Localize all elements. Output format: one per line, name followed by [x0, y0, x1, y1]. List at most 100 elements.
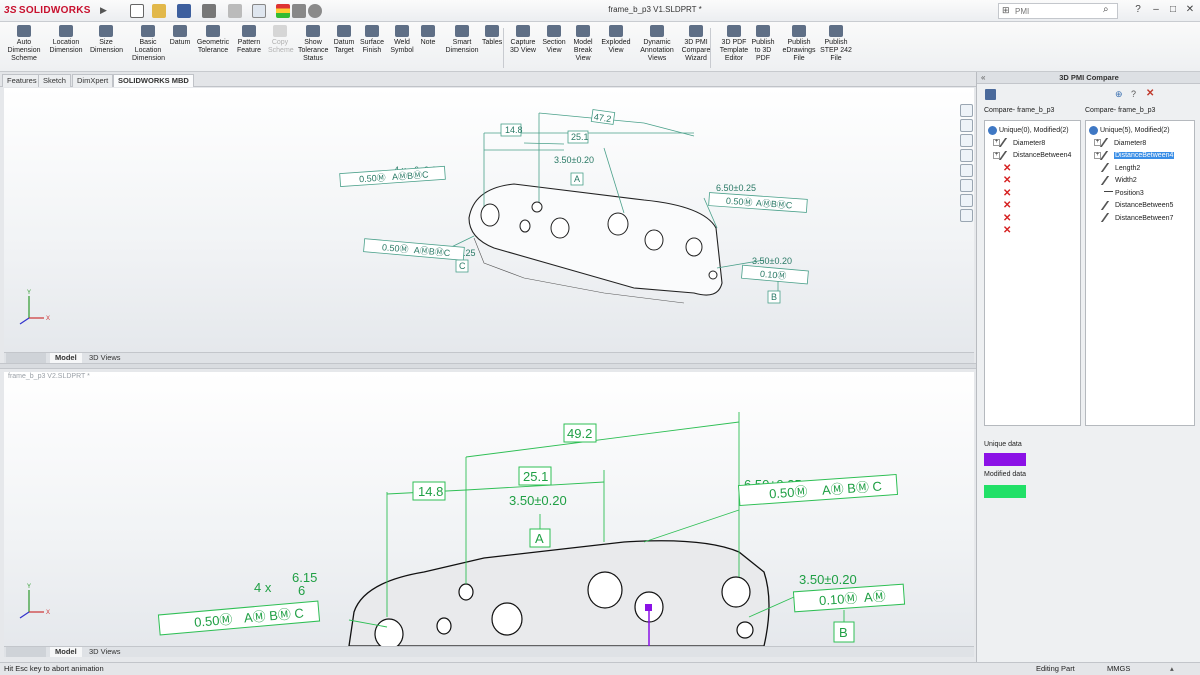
command-capture-3d-view-button[interactable]: Capture 3D View: [509, 25, 537, 71]
tab-3d-views-top[interactable]: 3D Views: [84, 353, 126, 363]
menu-expand-arrow-icon[interactable]: ▶: [100, 5, 107, 16]
home-icon[interactable]: [960, 104, 973, 117]
command-location-dimension-button[interactable]: Location Dimension: [47, 25, 85, 71]
tab-3d-views-bottom[interactable]: 3D Views: [84, 647, 126, 657]
search-scope-icon[interactable]: ⊞: [1002, 5, 1010, 16]
forum-icon[interactable]: [960, 194, 973, 207]
print-icon[interactable]: [202, 4, 216, 18]
close-pane-icon[interactable]: ✕: [1146, 88, 1154, 99]
datum-b-top[interactable]: B: [771, 292, 777, 302]
tree-item[interactable]: Position3: [1104, 188, 1144, 199]
command-pattern-feature-button[interactable]: Pattern Feature: [234, 25, 264, 71]
rebuild-icon[interactable]: [276, 4, 290, 18]
right-hole-bottom[interactable]: 3.50±0.20: [799, 572, 857, 587]
file-explorer-icon[interactable]: [960, 149, 973, 162]
minimize-button[interactable]: –: [1150, 4, 1162, 16]
options-gear-icon[interactable]: [308, 4, 322, 18]
rerun-icon[interactable]: ⊕: [1115, 89, 1123, 100]
command-surface-finish-button[interactable]: Surface Finish: [358, 25, 386, 71]
right-fcf-top[interactable]: 0.50Ⓜ: [726, 196, 753, 208]
command-publish-3d-pdf-button[interactable]: Publish to 3D PDF: [749, 25, 777, 71]
dim-49-2-bottom[interactable]: 49.2: [567, 426, 592, 441]
new-document-icon[interactable]: [130, 4, 144, 18]
search-input[interactable]: [1015, 4, 1101, 18]
left-compare-tree[interactable]: Unique(0), Modified(2) + Diameter8 + Distanc…: [984, 120, 1081, 426]
help-icon[interactable]: ?: [1131, 89, 1136, 99]
tree-root[interactable]: Unique(0), Modified(2): [988, 125, 1069, 136]
datum-b-bottom[interactable]: B: [839, 625, 848, 640]
tree-item[interactable]: DistanceBetween7: [1100, 213, 1173, 224]
command-section-view-button[interactable]: Section View: [540, 25, 568, 71]
datum-c-top[interactable]: C: [459, 261, 466, 271]
dim-25-1-bottom[interactable]: 25.1: [523, 469, 548, 484]
command-note-button[interactable]: Note: [418, 25, 438, 71]
tab-features[interactable]: Features: [2, 74, 42, 87]
right-hole-ref-bottom[interactable]: AⓂ: [863, 588, 886, 604]
appearances-icon[interactable]: [960, 164, 973, 177]
command-pmi-compare-button[interactable]: 3D PMI Compare Wizard: [679, 25, 713, 71]
search-box[interactable]: ⊞ ⌕: [998, 3, 1118, 19]
resources-icon[interactable]: [960, 119, 973, 132]
tree-item[interactable]: + DistanceBetween4: [1094, 150, 1175, 161]
units-indicator[interactable]: MMGS: [1107, 663, 1130, 675]
right-fcf-bottom[interactable]: 0.50Ⓜ: [769, 484, 808, 502]
search-icon[interactable]: ⌕: [1103, 4, 1109, 15]
tab-dimxpert[interactable]: DimXpert: [72, 74, 114, 87]
tree-item[interactable]: + Diameter8: [1094, 138, 1146, 149]
custom-properties-icon[interactable]: [960, 179, 973, 192]
right-compare-tree[interactable]: Unique(5), Modified(2) + Diameter8 + Distanc…: [1085, 120, 1195, 426]
command-model-break-view-button[interactable]: Model Break View: [571, 25, 595, 71]
hole-callout-top[interactable]: 3.50±0.20: [554, 155, 594, 165]
tab-solidworks-mbd[interactable]: SOLIDWORKS MBD: [113, 74, 194, 87]
viewport-splitter[interactable]: [0, 363, 976, 369]
command-geometric-tolerance-button[interactable]: Geometric Tolerance: [196, 25, 230, 71]
maximize-button[interactable]: □: [1167, 4, 1179, 16]
solidworks-logo[interactable]: 3S SOLIDWORKS: [4, 3, 98, 19]
save-report-icon[interactable]: [985, 89, 996, 100]
command-tolerance-status-button[interactable]: Show Tolerance Status: [298, 25, 328, 71]
command-tables-button[interactable]: Tables: [482, 25, 502, 71]
dim-25-1[interactable]: 25.1: [571, 132, 589, 142]
datum-a-bottom[interactable]: A: [535, 531, 544, 546]
pattern-count-bottom[interactable]: 4 x: [254, 580, 272, 595]
command-smart-dimension-button[interactable]: Smart Dimension: [444, 25, 480, 71]
tab-sketch[interactable]: Sketch: [38, 74, 71, 87]
command-datum-target-button[interactable]: Datum Target: [331, 25, 357, 71]
pmi-compare-pane-icon[interactable]: [960, 209, 973, 222]
command-publish-edrawings-button[interactable]: Publish eDrawings File: [782, 25, 816, 71]
units-dropdown-icon[interactable]: ▴: [1170, 663, 1174, 675]
tree-item[interactable]: Width2: [1100, 175, 1137, 186]
right-dia-top[interactable]: 6.50±0.25: [716, 183, 756, 193]
tab-model-top[interactable]: Model: [50, 353, 82, 363]
command-weld-symbol-button[interactable]: Weld Symbol: [389, 25, 415, 71]
command-exploded-view-button[interactable]: Exploded View: [599, 25, 633, 71]
tree-root[interactable]: Unique(5), Modified(2): [1089, 125, 1170, 136]
command-datum-button[interactable]: Datum: [168, 25, 192, 71]
tab-model-bottom[interactable]: Model: [50, 647, 82, 657]
command-copy-scheme-button[interactable]: Copy Scheme: [268, 25, 294, 71]
tab-scroll[interactable]: [6, 647, 46, 657]
close-button[interactable]: ✕: [1184, 4, 1196, 16]
pattern-bot-bottom[interactable]: 6: [298, 583, 305, 598]
fcf-left-top[interactable]: 0.50Ⓜ: [359, 172, 386, 184]
tree-item[interactable]: + DistanceBetween4: [993, 150, 1071, 161]
hole-callout-bottom[interactable]: 3.50±0.20: [509, 493, 567, 508]
right-hole-fcf-bottom[interactable]: 0.10Ⓜ: [819, 590, 858, 608]
command-pdf-template-editor-button[interactable]: 3D PDF Template Editor: [718, 25, 750, 71]
help-button[interactable]: ?: [1132, 4, 1144, 16]
collapse-pane-icon[interactable]: «: [981, 73, 985, 82]
tree-item[interactable]: Length2: [1100, 163, 1140, 174]
design-library-icon[interactable]: [960, 134, 973, 147]
datum-a-top[interactable]: A: [574, 174, 580, 184]
open-folder-icon[interactable]: [152, 4, 166, 18]
save-icon[interactable]: [177, 4, 191, 18]
file-properties-icon[interactable]: [292, 4, 306, 18]
undo-icon[interactable]: [228, 4, 242, 18]
dim-14-8[interactable]: 14.8: [505, 125, 523, 135]
command-dynamic-annotation-views-button[interactable]: Dynamic Annotation Views: [638, 25, 676, 71]
command-size-dimension-button[interactable]: Size Dimension: [90, 25, 123, 71]
right-hole-top[interactable]: 3.50±0.20: [752, 256, 792, 266]
tree-item[interactable]: DistanceBetween5: [1100, 200, 1173, 211]
select-cursor-icon[interactable]: [252, 4, 266, 18]
graphics-area-bottom[interactable]: 14.8 25.1 49.2 3.50±0.20 A 4 x 6.15 6 0.…: [4, 372, 974, 646]
